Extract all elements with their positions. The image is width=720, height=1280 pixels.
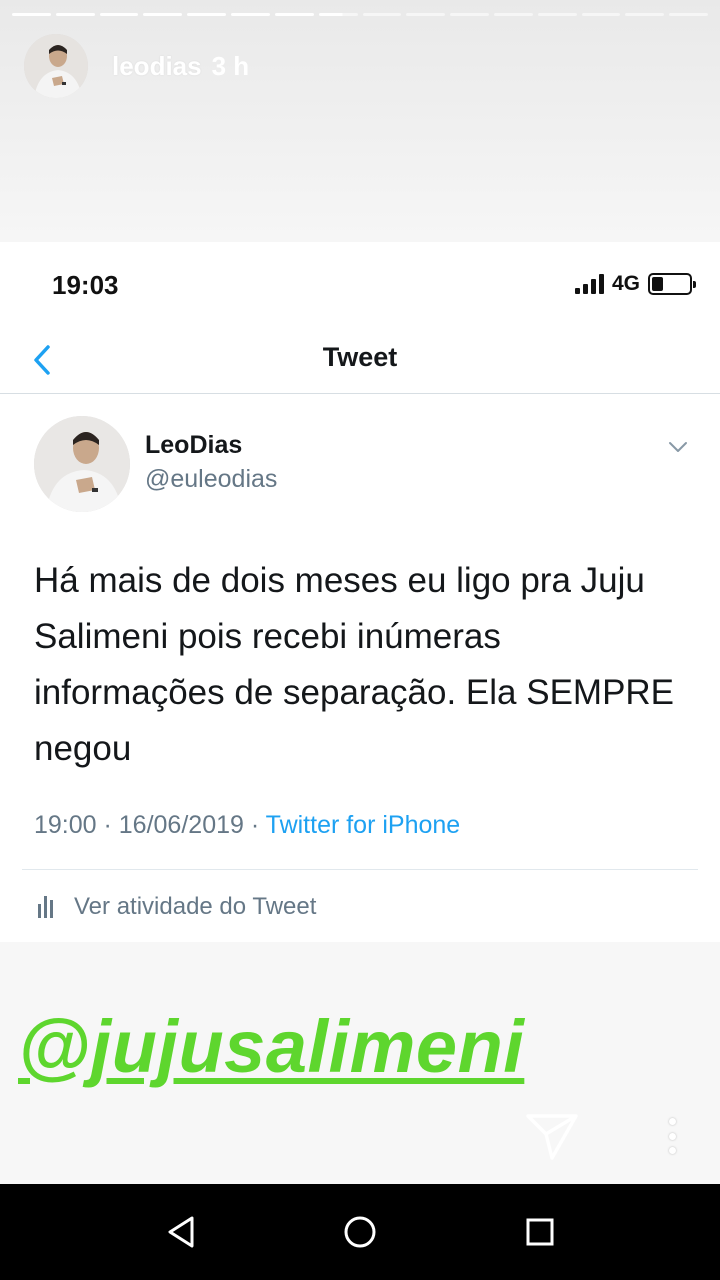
tweet-timestamp: 19:00 · 16/06/2019 · [34,811,266,839]
tweet-handle[interactable]: @euleodias [145,465,277,494]
ios-status-bar: 19:03 4G [0,242,720,326]
tweet-activity-link[interactable]: Ver atividade do Tweet [38,893,316,921]
story-progress-segment [625,13,665,16]
tweet-avatar[interactable] [34,416,130,512]
story-progress-segment [581,13,621,16]
story-progress-segment [187,13,227,16]
tweet-nav-bar: Tweet [0,326,720,394]
story-progress-segment [55,13,95,16]
network-type: 4G [611,272,640,295]
story-header: leodias 3 h [24,34,249,98]
android-navigation-bar [0,1184,720,1280]
story-progress-segment [669,13,708,16]
status-time: 19:03 [52,270,119,300]
tweet-text: Há mais de dois meses eu ligo pra Juju S… [34,561,675,768]
tweet-meta: 19:00 · 16/06/2019 · Twitter for iPhone [34,811,460,840]
tweet-activity-label: Ver atividade do Tweet [74,893,317,920]
battery-icon [648,273,696,295]
story-progress-segment [274,13,314,16]
android-home-icon[interactable] [340,1212,380,1252]
story-progress-segment [450,13,489,16]
story-progress-segment [231,13,270,16]
signal-icon [574,274,604,294]
android-back-icon[interactable] [162,1212,202,1252]
story-progress-segment [406,13,446,16]
story-progress-segment [362,13,402,16]
status-indicators: 4G [574,272,696,296]
story-progress-segment [99,13,139,16]
page-title: Tweet [322,342,398,372]
send-icon[interactable] [524,1108,580,1164]
divider [22,869,698,870]
story-progress-segment [12,13,51,16]
tweet-screenshot: 19:03 4G Tweet LeoDias @euleodias Há mai… [0,242,720,942]
caret-down-icon[interactable] [664,437,692,457]
story-username[interactable]: leodias [112,51,202,82]
story-view: leodias 3 h 19:03 4G Tweet LeoDias @eule… [0,0,720,1184]
story-progress-bar [12,13,708,17]
tweet-display-name[interactable]: LeoDias [145,431,242,460]
story-progress-segment [537,13,577,16]
mention-sticker[interactable]: @jujusalimeni [18,1004,524,1089]
story-time-ago: 3 h [211,50,250,81]
story-progress-segment [318,13,358,16]
tweet-source-link[interactable]: Twitter for iPhone [266,811,461,839]
activity-chart-icon [38,896,56,918]
android-recents-icon[interactable] [520,1212,560,1252]
story-avatar[interactable] [24,34,88,98]
more-options-icon[interactable] [660,1114,684,1158]
story-progress-segment [493,13,533,16]
story-progress-segment [143,13,183,16]
